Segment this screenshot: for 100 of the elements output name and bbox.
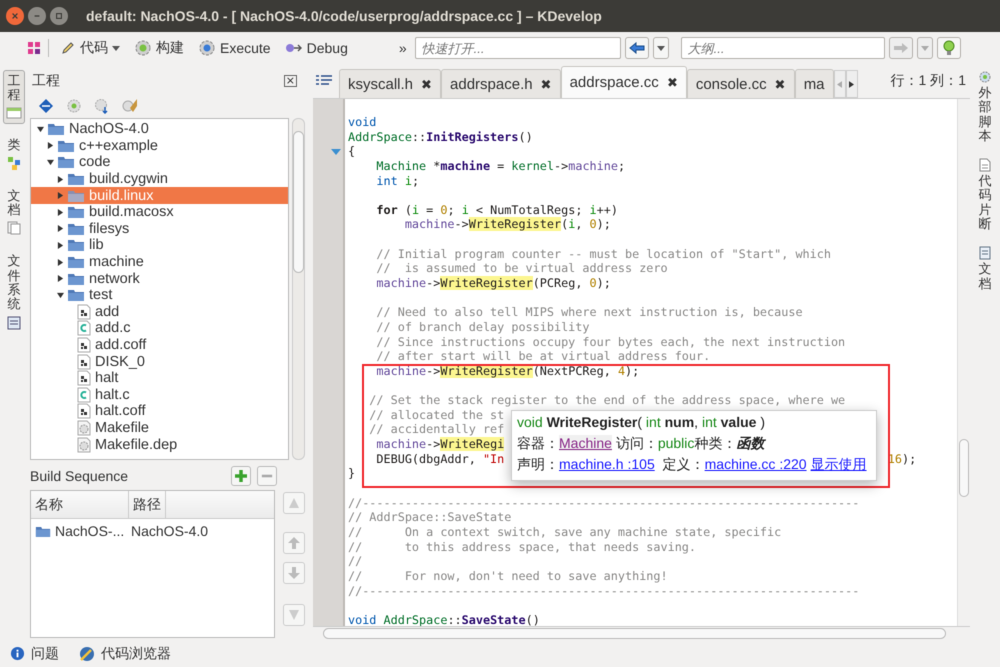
folder-icon [67, 222, 85, 236]
tree-item[interactable]: add.c [31, 320, 288, 337]
close-button[interactable] [6, 7, 24, 25]
tree-item[interactable]: add.coff [31, 336, 288, 354]
tree-item[interactable]: lib [31, 237, 288, 254]
pages-icon [7, 221, 21, 236]
expander-icon[interactable] [57, 176, 64, 183]
code-line: // Need to also tell MIPS where next instruction is, because [375, 305, 803, 320]
expander-icon[interactable] [57, 208, 64, 216]
code-line: AddrSpace::InitRegisters() [348, 130, 533, 144]
code-line: // On a context switch, save any machine state, specific [348, 524, 782, 540]
window-title: default: NachOS-4.0 - [ NachOS-4.0/code/userprog/addrspace.cc ] – KDevelop [86, 8, 602, 24]
code-line: // AddrSpace::SaveState [348, 510, 512, 525]
editor-tab[interactable]: ksyscall.h ✖ [339, 69, 442, 98]
toolbar-button[interactable]: 构建 [131, 37, 187, 59]
link[interactable]: machine.h :105 [559, 456, 655, 472]
expander-icon[interactable] [57, 275, 64, 282]
column-header[interactable]: 名称 [31, 491, 129, 518]
tree-item[interactable]: Makefile.dep [31, 436, 288, 453]
code-line: //---------------------------------------------------------------------- [348, 584, 860, 598]
folder-icon [67, 238, 85, 252]
scrollbar[interactable] [292, 118, 305, 460]
scrollbar[interactable] [957, 99, 970, 626]
tooltip-text: public [658, 435, 694, 451]
side-tab[interactable]: 外部脚本 [978, 70, 992, 144]
editor-tab[interactable]: addrspace.cc ✖ [560, 66, 687, 98]
tree-item[interactable]: build.macosx [31, 204, 288, 221]
dropdown-button[interactable] [652, 37, 669, 59]
tree-item[interactable]: filesys [31, 220, 288, 238]
tree-item[interactable]: machine [31, 254, 288, 270]
close-button[interactable]: × [284, 75, 297, 87]
code-line: 16); [888, 452, 916, 466]
expander-icon[interactable] [47, 142, 54, 150]
more-button[interactable]: » [398, 40, 407, 56]
link[interactable]: Machine [559, 435, 612, 451]
column-header[interactable]: 路径 [129, 491, 166, 518]
expander-icon[interactable] [37, 126, 44, 133]
code-line: void AddrSpace::SaveState() [348, 612, 540, 626]
toolbar-button[interactable]: Execute [195, 37, 274, 59]
editor-tab[interactable]: addrspace.h ✖ [441, 69, 561, 98]
side-tab[interactable]: 工程 [3, 70, 25, 124]
quick-open-field[interactable]: 快速打开... [414, 37, 621, 59]
outline-field[interactable]: 大纲... [680, 37, 885, 59]
side-tab[interactable]: 文档 [4, 184, 24, 240]
tree-item[interactable]: halt.coff [31, 403, 288, 420]
expander-icon[interactable] [57, 292, 64, 299]
plus-icon [234, 469, 248, 483]
expander-icon[interactable] [57, 225, 64, 232]
toolbar-button[interactable]: Debug [282, 38, 351, 58]
tree-item[interactable]: code [31, 154, 288, 171]
tree-item[interactable]: add [31, 304, 288, 320]
tree-item[interactable]: c++example [31, 138, 288, 154]
tree-item[interactable]: halt.c [31, 386, 288, 404]
fold-marker-icon[interactable] [331, 148, 341, 155]
triangle-left-icon [837, 80, 842, 88]
bulb-button[interactable] [936, 37, 961, 59]
link[interactable]: 显示使用 [810, 456, 867, 472]
table-cell-text: NachOS-... [55, 523, 126, 539]
side-tab[interactable]: 代码片断 [978, 158, 992, 232]
arrow-down-icon [287, 566, 301, 580]
status-button[interactable]: 代码浏览器 [79, 644, 171, 662]
code-line: // is assumed to be virtual address zero [375, 261, 668, 276]
back-button[interactable] [624, 37, 649, 59]
diamond-icon[interactable] [38, 98, 54, 114]
code-line: machine->WriteRegister(PCReg, 0); [375, 276, 611, 291]
tree-item[interactable]: Makefile [31, 420, 288, 436]
editor-tab[interactable]: ma [794, 69, 834, 98]
tree-item[interactable]: halt [31, 370, 288, 386]
side-tab[interactable]: 文档 [978, 246, 992, 292]
code-line: machine->WriteRegister(NextPCReg, 4); [375, 364, 640, 379]
list-icon[interactable] [315, 74, 333, 88]
scroll-right-button[interactable] [846, 70, 858, 98]
folder-icon [67, 255, 85, 270]
add-button[interactable] [231, 466, 251, 486]
toolbar-button[interactable]: 代码 [57, 37, 123, 59]
folder-icon [67, 172, 85, 186]
side-tab[interactable]: 文件系统 [4, 250, 24, 335]
gear-file-icon [77, 436, 91, 453]
folder-icon [57, 155, 75, 170]
remove-button[interactable] [257, 466, 277, 486]
expander-icon[interactable] [47, 158, 54, 166]
gear-icon[interactable] [94, 98, 110, 114]
table-cell: NachOS-4.0 [131, 523, 208, 539]
folder-icon [47, 122, 65, 136]
tree-item[interactable]: NachOS-4.0 [31, 121, 288, 138]
expander-icon[interactable] [57, 242, 64, 249]
status-button[interactable]: 问题 [10, 644, 59, 662]
side-tab[interactable]: 类 [4, 134, 24, 175]
link[interactable]: machine.cc :220 [704, 456, 807, 472]
expander-icon[interactable] [57, 258, 64, 266]
tree-item[interactable]: build.cygwin [31, 170, 288, 188]
editor-tab[interactable]: console.cc ✖ [686, 69, 795, 98]
grid-icon[interactable] [28, 42, 40, 54]
tree-item[interactable]: test [31, 286, 288, 304]
debug-arrow-icon [284, 42, 303, 54]
maximize-button[interactable] [50, 7, 68, 25]
minimize-button[interactable] [28, 7, 46, 25]
tree-item[interactable]: network [31, 270, 288, 287]
tree-item[interactable]: DISK_0 [31, 353, 288, 370]
code-line: // Set the stack register to the end of the address space, where we [368, 393, 846, 408]
